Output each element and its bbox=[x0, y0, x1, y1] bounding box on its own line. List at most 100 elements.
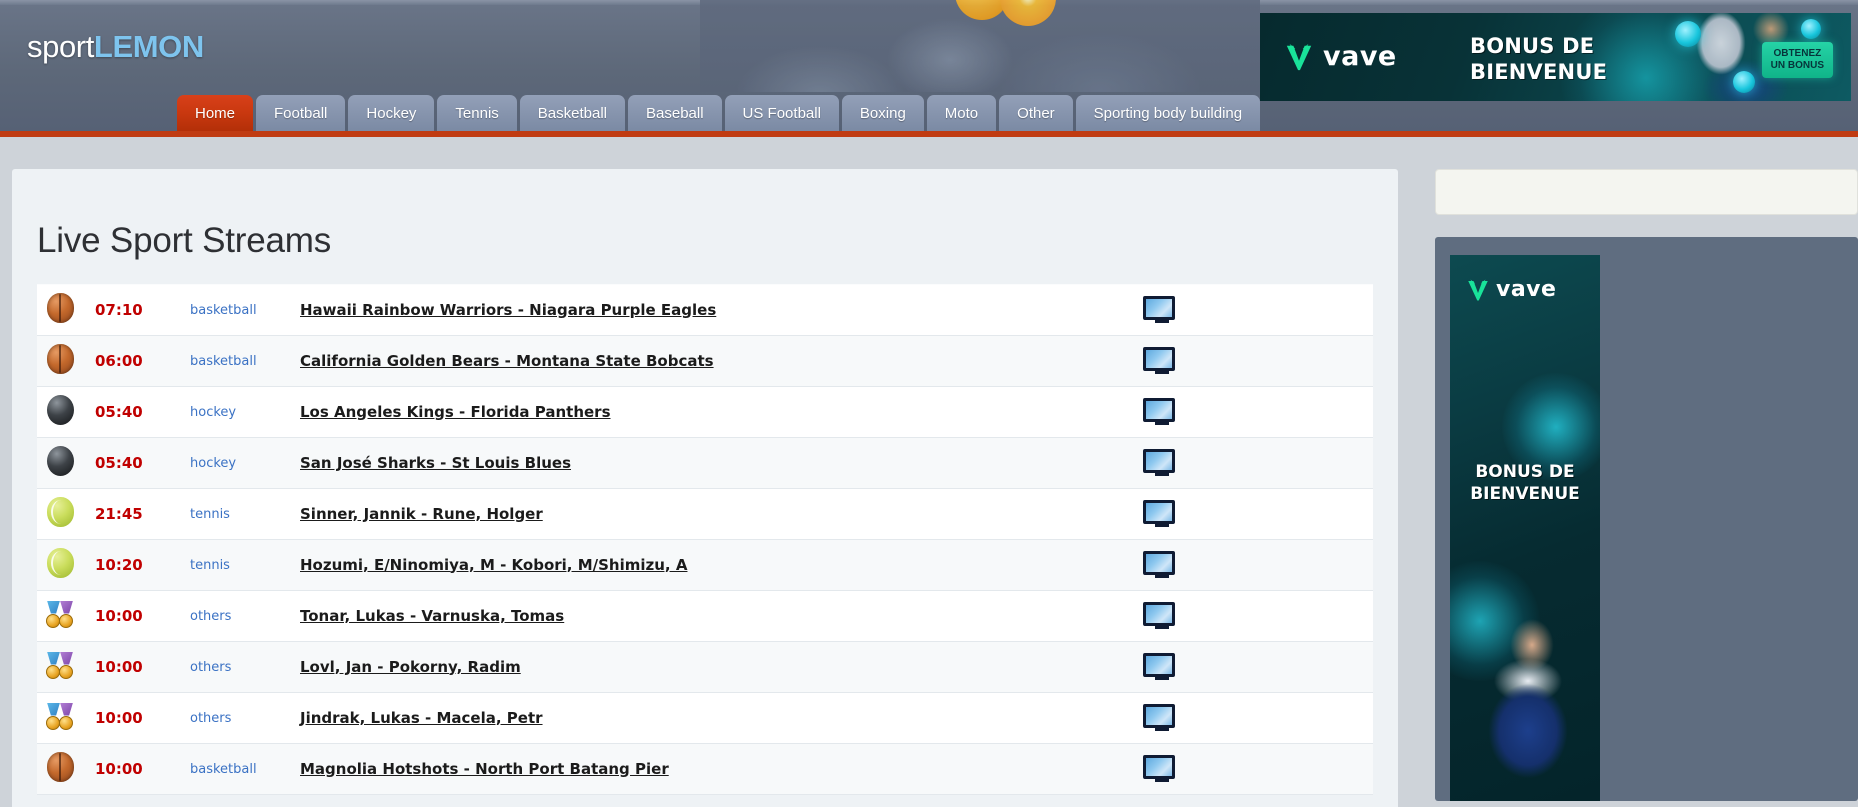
row-sport-icon-cell bbox=[37, 743, 95, 795]
row-sport-link[interactable]: tennis bbox=[190, 558, 230, 573]
ad-coin-icon bbox=[1675, 21, 1701, 47]
row-sport-icon-cell bbox=[37, 539, 95, 591]
row-sport-cell: hockey bbox=[190, 437, 300, 489]
row-match-link[interactable]: Lovl, Jan - Pokorny, Radim bbox=[300, 658, 521, 676]
tab-sporting-body-building[interactable]: Sporting body building bbox=[1075, 95, 1261, 131]
table-row[interactable]: 05:40 hockey Los Angeles Kings - Florida… bbox=[37, 386, 1373, 438]
tv-icon[interactable] bbox=[1143, 346, 1175, 374]
row-sport-cell: basketball bbox=[190, 335, 300, 387]
row-match-cell: Magnolia Hotshots - North Port Batang Pi… bbox=[300, 743, 1143, 795]
row-match-link[interactable]: Los Angeles Kings - Florida Panthers bbox=[300, 403, 611, 421]
sidebar-ad[interactable]: vave BONUS DE BIENVENUE bbox=[1450, 255, 1600, 801]
row-sport-link[interactable]: hockey bbox=[190, 405, 236, 420]
row-sport-icon-cell bbox=[37, 692, 95, 744]
row-time: 10:00 bbox=[95, 759, 143, 778]
row-time: 10:20 bbox=[95, 555, 143, 574]
row-sport-cell: others bbox=[190, 641, 300, 693]
tv-icon[interactable] bbox=[1143, 754, 1175, 782]
tab-us-football[interactable]: US Football bbox=[724, 95, 839, 131]
table-row[interactable]: 10:20 tennis Hozumi, E/Ninomiya, M - Kob… bbox=[37, 539, 1373, 591]
live-streams-table: 07:10 basketball Hawaii Rainbow Warriors… bbox=[37, 284, 1373, 795]
row-match-link[interactable]: Tonar, Lukas - Varnuska, Tomas bbox=[300, 607, 564, 625]
row-sport-link[interactable]: hockey bbox=[190, 456, 236, 471]
row-match-cell: Hawaii Rainbow Warriors - Niagara Purple… bbox=[300, 284, 1143, 336]
row-time: 10:00 bbox=[95, 657, 143, 676]
tv-icon[interactable] bbox=[1143, 550, 1175, 578]
tab-home[interactable]: Home bbox=[177, 95, 254, 131]
row-time-cell: 10:00 bbox=[95, 692, 190, 744]
row-time: 07:10 bbox=[95, 300, 143, 319]
medal-ribbon-purple bbox=[60, 702, 73, 716]
medal-ribbon-purple bbox=[60, 651, 73, 665]
site-header: sportLEMON vave BONUS DE BIENVENUE OBTEN… bbox=[0, 0, 1858, 137]
row-sport-cell: tennis bbox=[190, 539, 300, 591]
row-match-link[interactable]: Jindrak, Lukas - Macela, Petr bbox=[300, 709, 543, 727]
row-time: 05:40 bbox=[95, 402, 143, 421]
tab-baseball[interactable]: Baseball bbox=[628, 95, 722, 131]
row-time: 10:00 bbox=[95, 606, 143, 625]
tv-icon[interactable] bbox=[1143, 652, 1175, 680]
row-sport-link[interactable]: basketball bbox=[190, 303, 257, 318]
row-match-link[interactable]: Magnolia Hotshots - North Port Batang Pi… bbox=[300, 760, 669, 778]
sidebar-vave-logo: vave bbox=[1466, 277, 1556, 302]
medal-disc bbox=[46, 613, 60, 628]
table-row[interactable]: 07:10 basketball Hawaii Rainbow Warriors… bbox=[37, 284, 1373, 336]
sidebar-headline-line2: BIENVENUE bbox=[1470, 484, 1580, 505]
row-watch-cell bbox=[1143, 335, 1373, 387]
row-sport-link[interactable]: tennis bbox=[190, 507, 230, 522]
row-sport-link[interactable]: others bbox=[190, 609, 231, 624]
row-match-link[interactable]: California Golden Bears - Montana State … bbox=[300, 352, 714, 370]
tv-icon[interactable] bbox=[1143, 499, 1175, 527]
tab-football[interactable]: Football bbox=[256, 95, 346, 131]
hockey-puck-icon bbox=[47, 445, 74, 476]
tab-other[interactable]: Other bbox=[999, 95, 1073, 131]
table-row[interactable]: 21:45 tennis Sinner, Jannik - Rune, Holg… bbox=[37, 488, 1373, 540]
row-watch-cell bbox=[1143, 284, 1373, 336]
banner-cta-button[interactable]: OBTENEZ UN BONUS bbox=[1761, 42, 1833, 78]
tv-icon[interactable] bbox=[1143, 601, 1175, 629]
row-sport-link[interactable]: basketball bbox=[190, 354, 257, 369]
tab-basketball[interactable]: Basketball bbox=[519, 95, 625, 131]
row-sport-link[interactable]: basketball bbox=[190, 762, 257, 777]
table-row[interactable]: 06:00 basketball California Golden Bears… bbox=[37, 335, 1373, 387]
vave-mark-icon bbox=[1286, 43, 1312, 70]
tv-icon[interactable] bbox=[1143, 295, 1175, 323]
table-row[interactable]: 10:00 others Tonar, Lukas - Varnuska, To… bbox=[37, 590, 1373, 642]
tab-hockey[interactable]: Hockey bbox=[348, 95, 435, 131]
row-sport-icon-cell bbox=[37, 641, 95, 693]
table-row[interactable]: 10:00 basketball Magnolia Hotshots - Nor… bbox=[37, 743, 1373, 795]
row-sport-cell: others bbox=[190, 692, 300, 744]
banner-headline: BONUS DE BIENVENUE bbox=[1470, 33, 1607, 86]
tv-icon[interactable] bbox=[1143, 703, 1175, 731]
row-match-link[interactable]: Hozumi, E/Ninomiya, M - Kobori, M/Shimiz… bbox=[300, 556, 687, 574]
row-watch-cell bbox=[1143, 692, 1373, 744]
tv-icon[interactable] bbox=[1143, 448, 1175, 476]
tab-tennis[interactable]: Tennis bbox=[437, 95, 517, 131]
row-watch-cell bbox=[1143, 641, 1373, 693]
row-match-cell: Tonar, Lukas - Varnuska, Tomas bbox=[300, 590, 1143, 642]
table-row[interactable]: 10:00 others Jindrak, Lukas - Macela, Pe… bbox=[37, 692, 1373, 744]
banner-headline-line2: BIENVENUE bbox=[1470, 60, 1608, 85]
top-banner-ad[interactable]: vave BONUS DE BIENVENUE OBTENEZ UN BONUS bbox=[1260, 13, 1851, 101]
vave-brand-text: vave bbox=[1496, 277, 1557, 302]
row-match-link[interactable]: Hawaii Rainbow Warriors - Niagara Purple… bbox=[300, 301, 716, 319]
row-time-cell: 21:45 bbox=[95, 488, 190, 540]
tv-icon[interactable] bbox=[1143, 397, 1175, 425]
row-sport-link[interactable]: others bbox=[190, 711, 231, 726]
medal-ribbon-blue bbox=[47, 651, 60, 665]
logo-text-lemon: LEMON bbox=[93, 29, 204, 64]
medal-ribbon-blue bbox=[47, 702, 60, 716]
logo-text-sport: sport bbox=[27, 29, 94, 64]
row-match-link[interactable]: San José Sharks - St Louis Blues bbox=[300, 454, 571, 472]
table-row[interactable]: 10:00 others Lovl, Jan - Pokorny, Radim bbox=[37, 641, 1373, 693]
ad-coin-icon bbox=[1801, 19, 1821, 39]
tab-moto[interactable]: Moto bbox=[926, 95, 997, 131]
table-row[interactable]: 05:40 hockey San José Sharks - St Louis … bbox=[37, 437, 1373, 489]
row-match-link[interactable]: Sinner, Jannik - Rune, Holger bbox=[300, 505, 543, 523]
row-sport-icon-cell bbox=[37, 335, 95, 387]
tab-boxing[interactable]: Boxing bbox=[841, 95, 924, 131]
row-watch-cell bbox=[1143, 539, 1373, 591]
row-sport-link[interactable]: others bbox=[190, 660, 231, 675]
site-logo[interactable]: sportLEMON bbox=[27, 31, 204, 62]
row-time: 21:45 bbox=[95, 504, 143, 523]
